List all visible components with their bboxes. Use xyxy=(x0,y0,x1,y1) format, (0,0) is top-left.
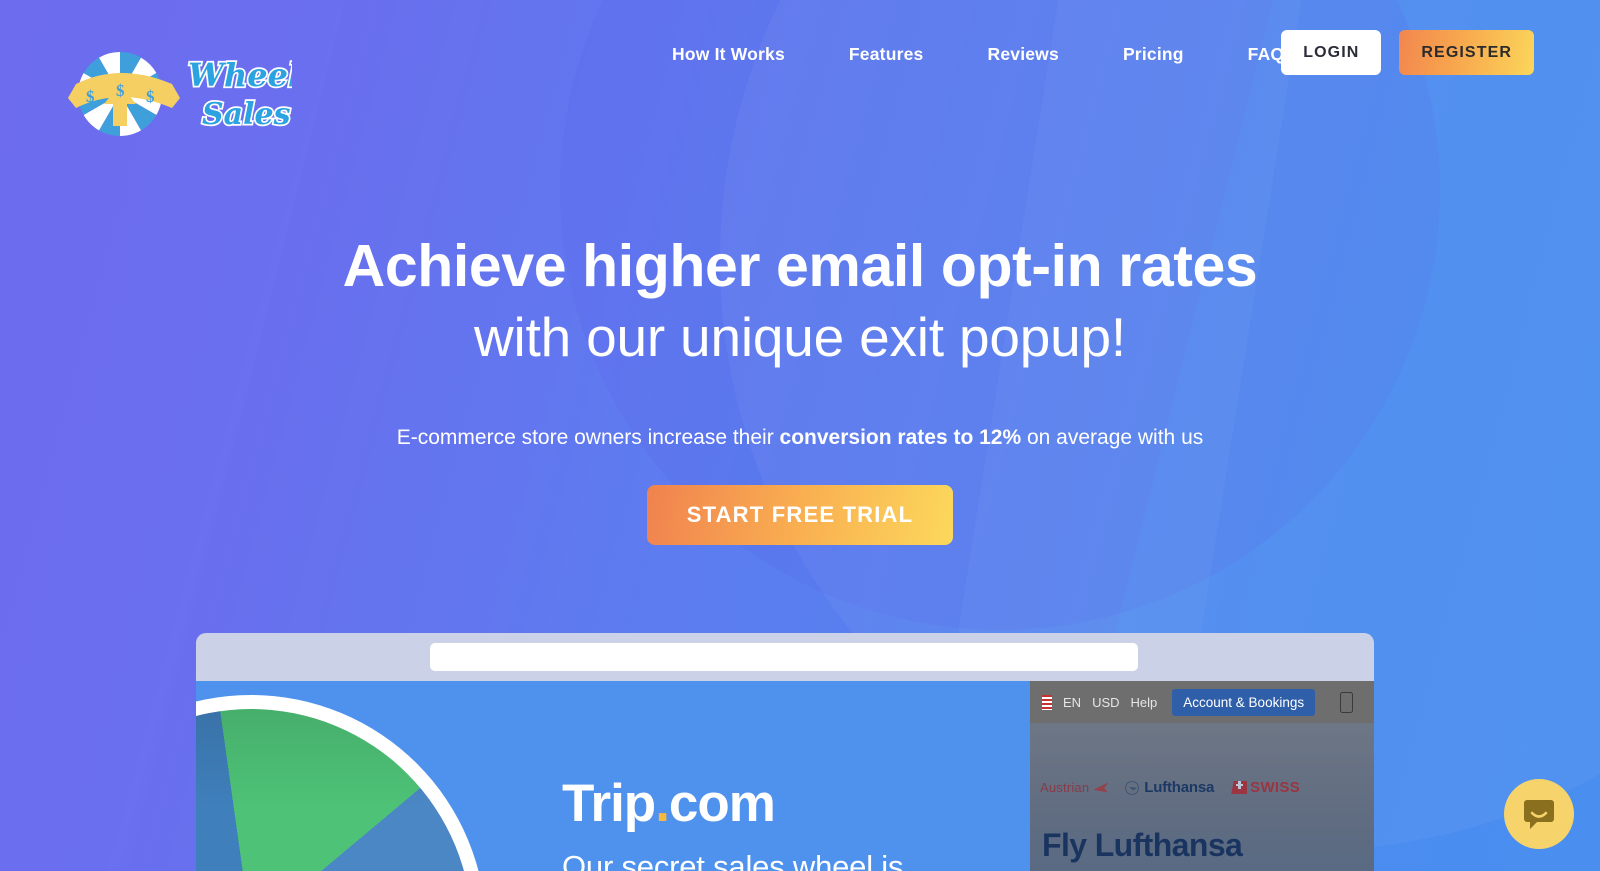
subheading-prefix: E-commerce store owners increase their xyxy=(396,426,780,449)
hero-heading: Achieve higher email opt-in rates with o… xyxy=(0,232,1600,370)
trip-logo-main: Trip xyxy=(562,774,656,833)
nav-item-features[interactable]: Features xyxy=(849,36,924,73)
main-navigation: How It Works Features Reviews Pricing FA… xyxy=(640,36,1316,73)
auth-buttons: LOGIN REGISTER xyxy=(1281,30,1534,75)
browser-mockup: 10% OFF FREE GIFT Trip.com Our secret sa… xyxy=(196,633,1374,871)
prize-wheel[interactable]: 10% OFF FREE GIFT xyxy=(196,695,486,871)
prize-wheel-shading xyxy=(196,709,472,871)
austrian-label: Austrian xyxy=(1040,780,1090,795)
chat-launcher-button[interactable] xyxy=(1504,779,1574,849)
subheading-suffix: on average with us xyxy=(1021,426,1204,449)
nav-item-how-it-works[interactable]: How It Works xyxy=(672,36,785,73)
landing-page: $ $ $ Wheely Sales How It Works Features… xyxy=(0,0,1600,871)
airline-logo-row: Austrian Lufthansa SWISS xyxy=(1040,779,1300,796)
logo-wordmark-line2: Sales xyxy=(202,97,291,132)
hero-cta-container: START FREE TRIAL xyxy=(0,485,1600,545)
trip-logo-dot: . xyxy=(655,774,670,833)
browser-url-input[interactable] xyxy=(430,643,1138,671)
swiss-label: SWISS xyxy=(1250,779,1301,796)
lufthansa-label: Lufthansa xyxy=(1144,779,1215,796)
swiss-cross-icon xyxy=(1231,781,1248,794)
prize-wheel-segments: 10% OFF FREE GIFT xyxy=(196,709,472,871)
svg-text:$: $ xyxy=(116,81,125,100)
hero-headline-line1: Achieve higher email opt-in rates xyxy=(342,233,1258,299)
trip-logo: Trip.com xyxy=(562,777,1082,830)
hero-headline-line2: with our unique exit popup! xyxy=(474,306,1126,369)
subheading-highlight: conversion rates to 12% xyxy=(779,426,1022,449)
brand-logo[interactable]: $ $ $ Wheely Sales xyxy=(62,46,292,138)
swiss-logo: SWISS xyxy=(1231,779,1300,796)
nav-item-faq[interactable]: FAQ xyxy=(1248,36,1285,73)
chat-bubble-icon xyxy=(1524,800,1554,829)
help-link[interactable]: Help xyxy=(1131,695,1158,710)
site-header: $ $ $ Wheely Sales How It Works Features… xyxy=(0,0,1600,137)
mobile-phone-icon[interactable] xyxy=(1340,691,1354,713)
register-button[interactable]: REGISTER xyxy=(1399,30,1534,75)
austrian-swoosh-icon xyxy=(1093,782,1109,793)
language-selector[interactable]: EN xyxy=(1063,695,1081,710)
airline-panel-body: Austrian Lufthansa SWISS Fly Lufthansa xyxy=(1030,723,1374,871)
site-tagline: Our secret sales wheel is xyxy=(562,849,904,871)
airline-promo-heading: Fly Lufthansa xyxy=(1042,827,1243,863)
airline-site-panel: EN USD Help Account & Bookings Austrian xyxy=(1030,681,1374,871)
austrian-airlines-logo: Austrian xyxy=(1040,780,1109,795)
browser-chrome-bar xyxy=(196,633,1374,681)
currency-selector[interactable]: USD xyxy=(1092,695,1119,710)
browser-viewport: 10% OFF FREE GIFT Trip.com Our secret sa… xyxy=(196,681,1374,871)
hero-subheading: E-commerce store owners increase their c… xyxy=(0,426,1600,450)
login-button[interactable]: LOGIN xyxy=(1281,30,1382,75)
start-free-trial-button[interactable]: START FREE TRIAL xyxy=(646,485,954,545)
lufthansa-crane-icon xyxy=(1125,780,1140,795)
language-flag-icon xyxy=(1042,694,1052,710)
airline-topbar: EN USD Help Account & Bookings xyxy=(1030,681,1374,723)
svg-text:$: $ xyxy=(146,87,155,106)
lufthansa-logo: Lufthansa xyxy=(1125,779,1214,796)
nav-item-reviews[interactable]: Reviews xyxy=(987,36,1058,73)
account-bookings-button[interactable]: Account & Bookings xyxy=(1172,688,1316,716)
logo-wordmark-line1: Wheely xyxy=(188,56,292,94)
svg-text:$: $ xyxy=(86,87,95,106)
trip-logo-tld: com xyxy=(668,774,776,833)
site-branding: Trip.com Our secret sales wheel is xyxy=(562,777,1082,871)
nav-item-pricing[interactable]: Pricing xyxy=(1123,36,1184,73)
